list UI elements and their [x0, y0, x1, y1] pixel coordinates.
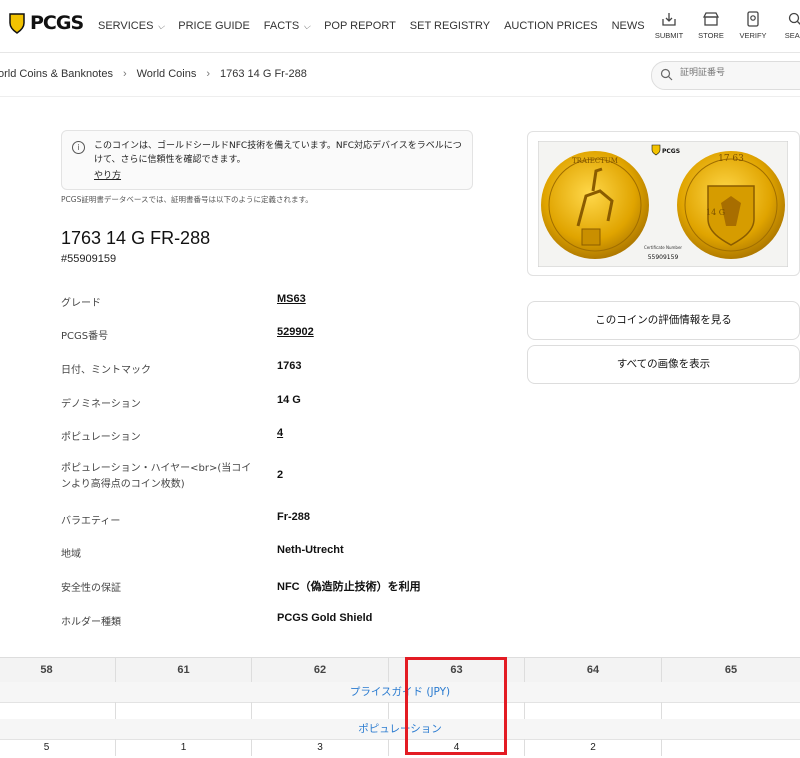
breadcrumb-current: 1763 14 G Fr-288: [220, 68, 307, 80]
spec-label: ホルダー種類: [61, 617, 121, 628]
store-label: STORE: [698, 31, 724, 40]
population-cell: [662, 739, 800, 756]
search-icon: [788, 12, 800, 25]
header-tools: SUBMIT STORE VERIFY SEAR: [648, 10, 800, 40]
nfc-notice: i このコインは、ゴールドシールドNFC技術を備えています。NFC対応デバイスを…: [61, 130, 473, 190]
view-all-images-button[interactable]: すべての画像を表示: [527, 345, 800, 384]
price-row: [0, 702, 800, 720]
breadcrumb-separator: ›: [206, 68, 211, 80]
spec-value: 14 G: [277, 394, 301, 406]
price-cell: [0, 702, 116, 719]
store-icon: [702, 12, 720, 26]
submit-label: SUBMIT: [654, 31, 684, 40]
cert-search-input[interactable]: [678, 67, 800, 79]
store-button[interactable]: STORE: [690, 10, 732, 40]
grade-cell: 58: [0, 658, 116, 682]
submit-button[interactable]: SUBMIT: [648, 10, 690, 40]
verify-label: VERIFY: [739, 31, 767, 40]
search-icon: [660, 68, 673, 81]
spec-value: Neth-Utrecht: [277, 544, 344, 556]
grade-link[interactable]: MS63: [277, 293, 306, 305]
spec-label: PCGS番号: [61, 331, 109, 342]
highlight-box-grade-63: [405, 657, 507, 755]
main-nav: SERVICES ⌵ PRICE GUIDE FACTS ⌵ POP REPORT …: [98, 20, 659, 32]
price-guide-band[interactable]: プライスガイド (JPY): [0, 682, 800, 703]
pcgs-number-link[interactable]: 529902: [277, 326, 314, 338]
price-cell: [662, 702, 800, 719]
verify-icon: [747, 11, 759, 27]
nav-services[interactable]: SERVICES ⌵: [98, 20, 164, 32]
spec-value: NFC（偽造防止技術）を利用: [277, 581, 421, 593]
spec-value: PCGS Gold Shield: [277, 612, 373, 624]
coin-date: 17 63: [718, 154, 744, 164]
chevron-down-icon: ⌵: [303, 20, 311, 31]
site-header: PCGS SERVICES ⌵ PRICE GUIDE FACTS ⌵ POP RE…: [0, 0, 800, 53]
nfc-notice-text: このコインは、ゴールドシールドNFC技術を備えています。NFC対応デバイスをラベ…: [94, 141, 462, 165]
grade-cell: 61: [116, 658, 252, 682]
breadcrumb-separator: ›: [122, 68, 127, 80]
grade-cell: 65: [724, 664, 738, 676]
population-band[interactable]: ポピュレーション: [0, 719, 800, 740]
coin-image-panel[interactable]: TRAIECTUM 17 63 14 G PCGS Certificate Nu…: [527, 131, 800, 276]
spec-label: デノミネーション: [61, 399, 141, 410]
spec-label: 地域: [61, 549, 81, 560]
chevron-down-icon: ⌵: [157, 20, 165, 31]
spec-label: 安全性の保証: [61, 583, 121, 594]
population-cell: 3: [252, 739, 389, 756]
population-cell: 5: [0, 739, 116, 756]
shield-icon: [9, 13, 25, 34]
page-title: 1763 14 G FR-288: [61, 228, 211, 248]
grade-header-row: 58 61 62 63 64 65: [0, 657, 800, 684]
price-cell: [252, 702, 389, 719]
nav-pop-report[interactable]: POP REPORT: [324, 20, 396, 32]
nav-facts[interactable]: FACTS ⌵: [264, 20, 310, 32]
population-cell: 1: [116, 739, 252, 756]
slab-brand: PCGS: [662, 148, 680, 155]
population-link[interactable]: 4: [277, 427, 283, 439]
nav-price-guide[interactable]: PRICE GUIDE: [178, 20, 250, 32]
grade-cell: 62: [252, 658, 389, 682]
search-tool-label: SEAR: [784, 31, 800, 40]
definition-note: PCGS証明書データベースでは、証明書番号は以下のように定義されます。: [61, 195, 313, 204]
cert-number: #55909159: [61, 253, 117, 265]
spec-label: 日付、ミントマック: [61, 365, 151, 376]
obverse-legend: TRAIECTUM: [572, 157, 618, 165]
info-icon: i: [72, 141, 85, 154]
nav-news[interactable]: NEWS: [612, 20, 645, 32]
spec-value: 1763: [277, 360, 302, 372]
submit-icon: [662, 13, 676, 26]
spec-label: バラエティー: [61, 516, 121, 527]
logo-text: PCGS: [30, 12, 84, 34]
verify-button[interactable]: VERIFY: [732, 10, 774, 40]
spec-value: Fr-288: [277, 511, 311, 523]
cert-search[interactable]: [651, 61, 800, 90]
grade-cell: 64: [525, 658, 662, 682]
spec-value: 2: [277, 469, 284, 481]
coin-slab-image: TRAIECTUM 17 63 14 G PCGS Certificate Nu…: [538, 141, 788, 267]
spec-label: ポピュレーション・ハイヤー<br>(当コインより高得点のコイン枚数): [61, 463, 252, 490]
divider: [0, 96, 800, 97]
view-price-info-button[interactable]: このコインの評価情報を見る: [527, 301, 800, 340]
spec-label: ポピュレーション: [61, 432, 141, 443]
price-cell: [116, 702, 252, 719]
nav-set-registry[interactable]: SET REGISTRY: [410, 20, 490, 32]
price-cell: [525, 702, 662, 719]
slab-cert-title: Certificate Number: [644, 245, 682, 250]
breadcrumb: orld Coins & Banknotes › World Coins › 1…: [0, 68, 317, 80]
how-to-link[interactable]: やり方: [94, 168, 121, 181]
search-tool-button[interactable]: SEAR: [774, 10, 800, 40]
slab-cert-number: 55909159: [648, 254, 679, 261]
breadcrumb-item[interactable]: orld Coins & Banknotes: [0, 68, 113, 80]
nav-auction-prices[interactable]: AUCTION PRICES: [504, 20, 598, 32]
pcgs-logo[interactable]: PCGS: [8, 12, 84, 34]
breadcrumb-item[interactable]: World Coins: [137, 68, 197, 80]
population-cell: 2: [525, 739, 662, 756]
spec-label: グレード: [61, 298, 101, 309]
coin-denomination: 14 G: [706, 208, 725, 217]
